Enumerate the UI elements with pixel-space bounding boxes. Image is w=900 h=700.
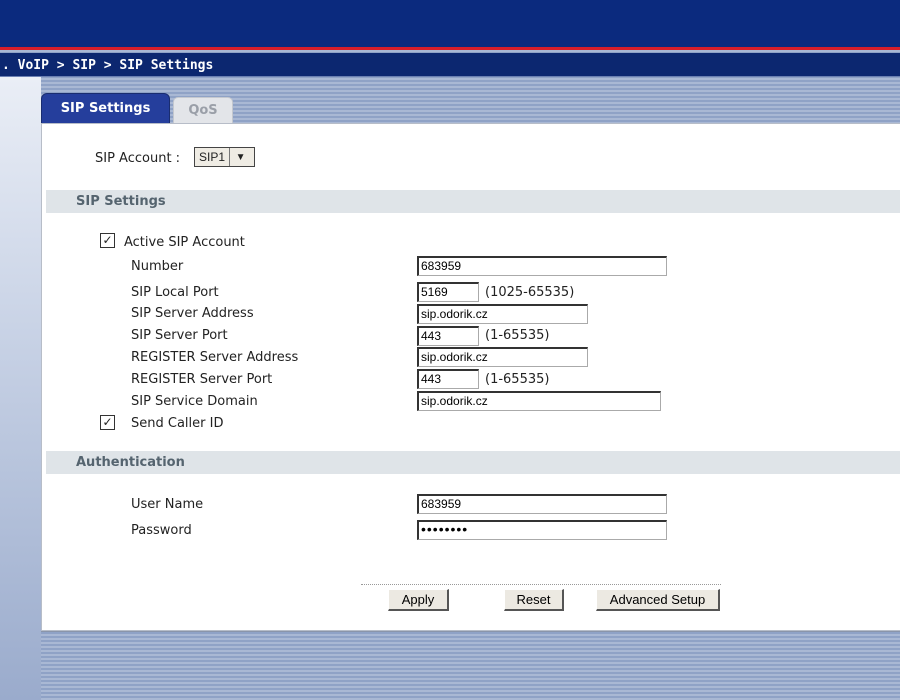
sip-service-domain-field[interactable]: sip.odorik.cz [417, 391, 661, 411]
sip-account-label: SIP Account : [95, 151, 181, 166]
sip-account-select[interactable]: SIP1 ▼ [194, 147, 255, 167]
left-rail [0, 77, 41, 700]
section-authentication: Authentication [46, 451, 900, 474]
user-name-label: User Name [131, 497, 204, 512]
top-banner [0, 0, 900, 50]
reset-button[interactable]: Reset [504, 589, 564, 611]
sip-server-address-label: SIP Server Address [131, 306, 254, 321]
register-server-port-label: REGISTER Server Port [131, 372, 273, 387]
sip-server-port-label: SIP Server Port [131, 328, 228, 343]
sip-server-port-field[interactable]: 443 [417, 326, 479, 346]
send-caller-id-label: Send Caller ID [131, 416, 224, 431]
sip-server-address-field[interactable]: sip.odorik.cz [417, 304, 588, 324]
breadcrumb: . VoIP > SIP > SIP Settings [0, 53, 900, 77]
tab-sip-settings[interactable]: SIP Settings [41, 93, 170, 123]
sip-local-port-hint: (1025-65535) [485, 285, 575, 300]
advanced-setup-button[interactable]: Advanced Setup [596, 589, 720, 611]
sip-server-port-hint: (1-65535) [485, 328, 550, 343]
number-label: Number [131, 259, 184, 274]
send-caller-id-checkbox[interactable]: ✓ [100, 415, 115, 430]
register-server-port-field[interactable]: 443 [417, 369, 479, 389]
password-field[interactable]: •••••••• [417, 520, 667, 540]
checkmark-icon: ✓ [102, 233, 113, 247]
active-sip-account-label: Active SIP Account [124, 235, 245, 250]
sip-account-value: SIP1 [199, 150, 226, 164]
tab-qos[interactable]: QoS [173, 97, 233, 123]
apply-button[interactable]: Apply [388, 589, 449, 611]
register-server-address-field[interactable]: sip.odorik.cz [417, 347, 588, 367]
sip-local-port-label: SIP Local Port [131, 285, 219, 300]
register-server-address-label: REGISTER Server Address [131, 350, 299, 365]
sip-service-domain-label: SIP Service Domain [131, 394, 258, 409]
section-sip-settings: SIP Settings [46, 190, 900, 213]
active-sip-account-checkbox[interactable]: ✓ [100, 233, 115, 248]
button-divider [361, 584, 721, 585]
chevron-down-icon: ▼ [229, 148, 251, 166]
user-name-field[interactable]: 683959 [417, 494, 667, 514]
password-label: Password [131, 523, 192, 538]
register-server-port-hint: (1-65535) [485, 372, 550, 387]
checkmark-icon: ✓ [102, 415, 113, 429]
number-field[interactable]: 683959 [417, 256, 667, 276]
sip-local-port-field[interactable]: 5169 [417, 282, 479, 302]
